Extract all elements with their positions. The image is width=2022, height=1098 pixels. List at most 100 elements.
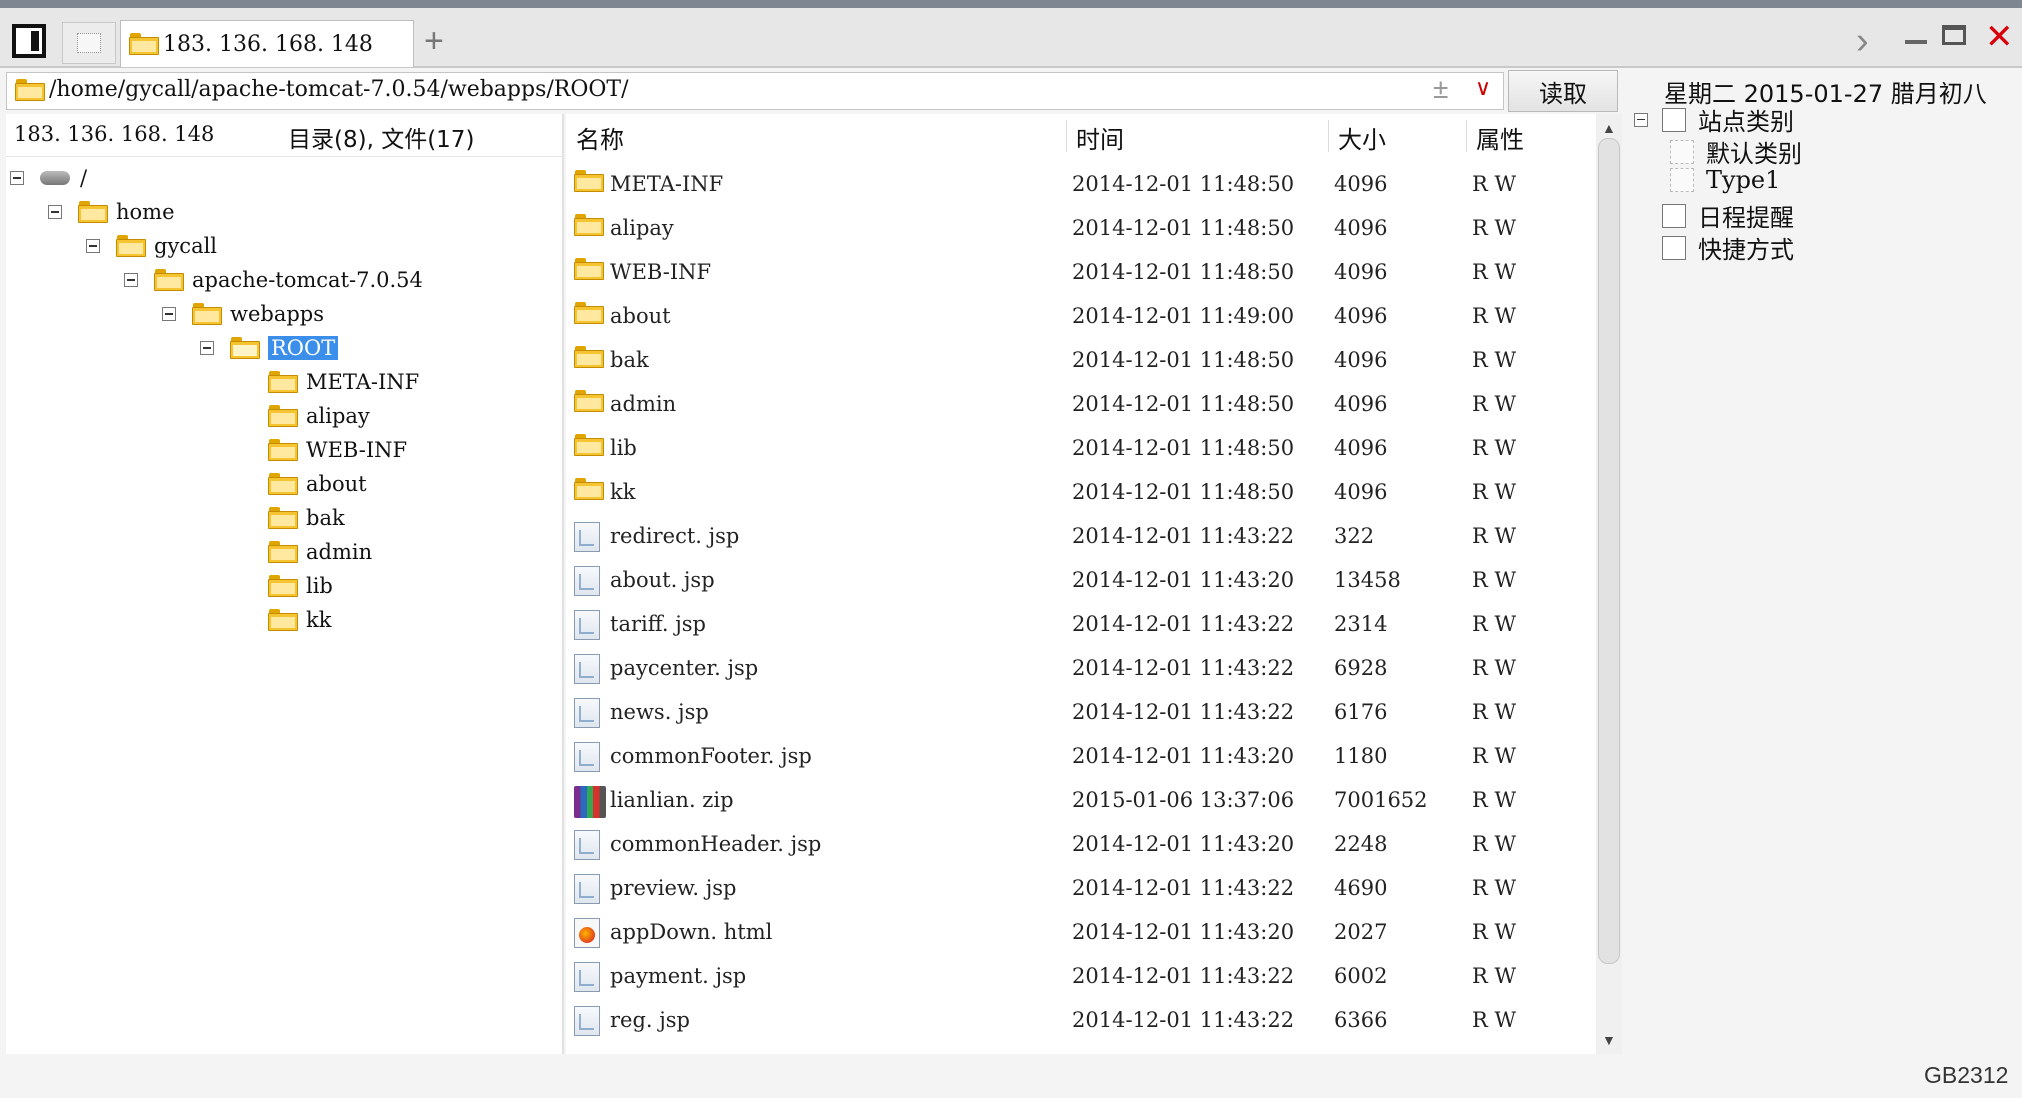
file-row[interactable]: reg. jsp 2014-12-01 11:43:22 6366 R W bbox=[566, 998, 1596, 1042]
add-tab-button[interactable]: + bbox=[424, 22, 444, 61]
file-row[interactable]: news. jsp 2014-12-01 11:43:22 6176 R W bbox=[566, 690, 1596, 734]
collapse-icon[interactable] bbox=[1634, 112, 1648, 127]
tree-node[interactable]: ROOT bbox=[200, 332, 339, 364]
collapse-icon[interactable] bbox=[124, 273, 138, 287]
collapse-icon[interactable] bbox=[48, 205, 62, 219]
bookmark-add-icon[interactable]: ± bbox=[1433, 73, 1448, 105]
file-row[interactable]: WEB-INF 2014-12-01 11:48:50 4096 R W bbox=[566, 250, 1596, 294]
minimize-button[interactable] bbox=[1905, 40, 1927, 44]
category-item[interactable]: 日程提醒 bbox=[1634, 198, 1794, 233]
file-row[interactable]: tariff. jsp 2014-12-01 11:43:22 2314 R W bbox=[566, 602, 1596, 646]
collapse-icon[interactable] bbox=[10, 171, 24, 185]
file-row[interactable]: paycenter. jsp 2014-12-01 11:43:22 6928 R W bbox=[566, 646, 1596, 690]
file-attr: R W bbox=[1472, 876, 1517, 900]
tree-node[interactable]: kk bbox=[238, 604, 331, 636]
tree-node[interactable]: alipay bbox=[238, 400, 370, 432]
file-name: about. jsp bbox=[610, 568, 715, 592]
file-row[interactable]: appDown. html 2014-12-01 11:43:20 2027 R W bbox=[566, 910, 1596, 954]
file-time: 2014-12-01 11:43:22 bbox=[1072, 524, 1295, 548]
scroll-up-icon[interactable]: ▲ bbox=[1602, 120, 1616, 136]
file-row[interactable]: about 2014-12-01 11:49:00 4096 R W bbox=[566, 294, 1596, 338]
tree-node[interactable]: META-INF bbox=[238, 366, 419, 398]
column-size[interactable]: 大小 bbox=[1338, 120, 1386, 155]
tree-node[interactable]: / bbox=[10, 162, 87, 194]
vertical-scrollbar[interactable]: ▲ ▼ bbox=[1596, 114, 1622, 1054]
archive-icon bbox=[574, 786, 606, 818]
tree-node[interactable]: lib bbox=[238, 570, 333, 602]
file-row[interactable]: META-INF 2014-12-01 11:48:50 4096 R W bbox=[566, 162, 1596, 206]
file-row[interactable]: about. jsp 2014-12-01 11:43:20 13458 R W bbox=[566, 558, 1596, 602]
file-attr: R W bbox=[1472, 480, 1517, 504]
file-row[interactable]: bak 2014-12-01 11:48:50 4096 R W bbox=[566, 338, 1596, 382]
top-strip bbox=[0, 0, 2022, 8]
category-label: 默认类别 bbox=[1706, 140, 1802, 168]
category-item[interactable]: 快捷方式 bbox=[1634, 230, 1794, 265]
file-time: 2014-12-01 11:49:00 bbox=[1072, 304, 1295, 328]
address-path[interactable]: /home/gycall/apache-tomcat-7.0.54/webapp… bbox=[49, 77, 629, 102]
collapse-icon[interactable] bbox=[200, 341, 214, 355]
file-time: 2014-12-01 11:43:22 bbox=[1072, 612, 1295, 636]
folder-icon bbox=[574, 170, 612, 192]
folder-icon bbox=[192, 303, 222, 325]
folder-icon bbox=[574, 478, 612, 500]
file-row[interactable]: alipay 2014-12-01 11:48:50 4096 R W bbox=[566, 206, 1596, 250]
scroll-down-icon[interactable]: ▼ bbox=[1602, 1032, 1616, 1048]
file-row[interactable]: lib 2014-12-01 11:48:50 4096 R W bbox=[566, 426, 1596, 470]
column-time[interactable]: 时间 bbox=[1076, 120, 1124, 155]
folder-icon bbox=[574, 346, 612, 368]
tree-node[interactable]: about bbox=[238, 468, 367, 500]
category-item[interactable]: Type1 bbox=[1670, 166, 1780, 194]
tree-header: 183. 136. 168. 148 目录(8), 文件(17) bbox=[6, 114, 562, 157]
tree-node[interactable]: webapps bbox=[162, 298, 324, 330]
maximize-button[interactable] bbox=[1942, 25, 1966, 45]
folder-icon bbox=[574, 390, 612, 412]
file-name: kk bbox=[610, 480, 636, 504]
chevron-right-icon[interactable]: › bbox=[1856, 20, 1869, 63]
file-size: 4096 bbox=[1334, 260, 1388, 284]
collapse-icon[interactable] bbox=[162, 307, 176, 321]
file-attr: R W bbox=[1472, 524, 1517, 548]
file-time: 2014-12-01 11:43:20 bbox=[1072, 920, 1295, 944]
tree-node[interactable]: gycall bbox=[86, 230, 217, 262]
file-row[interactable]: commonFooter. jsp 2014-12-01 11:43:20 1180… bbox=[566, 734, 1596, 778]
file-time: 2014-12-01 11:48:50 bbox=[1072, 348, 1295, 372]
tab-server[interactable]: 183. 136. 168. 148 bbox=[120, 20, 414, 67]
tree-node[interactable]: apache-tomcat-7.0.54 bbox=[124, 264, 423, 296]
file-row[interactable]: preview. jsp 2014-12-01 11:43:22 4690 R W bbox=[566, 866, 1596, 910]
tab-blank[interactable] bbox=[62, 22, 116, 64]
chevron-down-icon[interactable]: ∨ bbox=[1475, 75, 1491, 101]
category-item[interactable]: 默认类别 bbox=[1670, 134, 1802, 169]
tree-node-label: alipay bbox=[306, 404, 370, 428]
folder-icon bbox=[268, 473, 298, 495]
tree-node-label: bak bbox=[306, 506, 345, 530]
close-button[interactable]: ✕ bbox=[1985, 17, 2014, 57]
file-row[interactable]: payment. jsp 2014-12-01 11:43:22 6002 R W bbox=[566, 954, 1596, 998]
tree-node-label: home bbox=[116, 200, 175, 224]
read-button[interactable]: 读取 bbox=[1508, 70, 1618, 112]
file-time: 2014-12-01 11:48:50 bbox=[1072, 216, 1295, 240]
file-row[interactable]: admin 2014-12-01 11:48:50 4096 R W bbox=[566, 382, 1596, 426]
tree-node[interactable]: WEB-INF bbox=[238, 434, 407, 466]
file-time: 2014-12-01 11:48:50 bbox=[1072, 260, 1295, 284]
scroll-thumb[interactable] bbox=[1598, 138, 1620, 964]
column-name[interactable]: 名称 bbox=[576, 120, 624, 155]
collapse-icon[interactable] bbox=[86, 239, 100, 253]
file-row[interactable]: lianlian. zip 2015-01-06 13:37:06 7001652 R… bbox=[566, 778, 1596, 822]
panel-toggle-button[interactable] bbox=[12, 24, 46, 58]
tree-node[interactable]: admin bbox=[238, 536, 372, 568]
tree-node-label: webapps bbox=[230, 302, 325, 326]
file-row[interactable]: kk 2014-12-01 11:48:50 4096 R W bbox=[566, 470, 1596, 514]
tree-node-label: lib bbox=[306, 574, 333, 598]
tree-node[interactable]: bak bbox=[238, 502, 345, 534]
file-row[interactable]: redirect. jsp 2014-12-01 11:43:22 322 R W bbox=[566, 514, 1596, 558]
file-size: 6928 bbox=[1334, 656, 1388, 680]
folder-icon bbox=[574, 214, 612, 236]
column-attr[interactable]: 属性 bbox=[1476, 120, 1524, 155]
file-row[interactable]: commonHeader. jsp 2014-12-01 11:43:20 2248… bbox=[566, 822, 1596, 866]
file-attr: R W bbox=[1472, 744, 1517, 768]
tree-node[interactable]: home bbox=[48, 196, 175, 228]
file-name: paycenter. jsp bbox=[610, 656, 759, 680]
category-item[interactable]: 站点类别 bbox=[1634, 102, 1794, 137]
address-bar[interactable]: /home/gycall/apache-tomcat-7.0.54/webapp… bbox=[6, 72, 1504, 110]
file-size: 2314 bbox=[1334, 612, 1388, 636]
